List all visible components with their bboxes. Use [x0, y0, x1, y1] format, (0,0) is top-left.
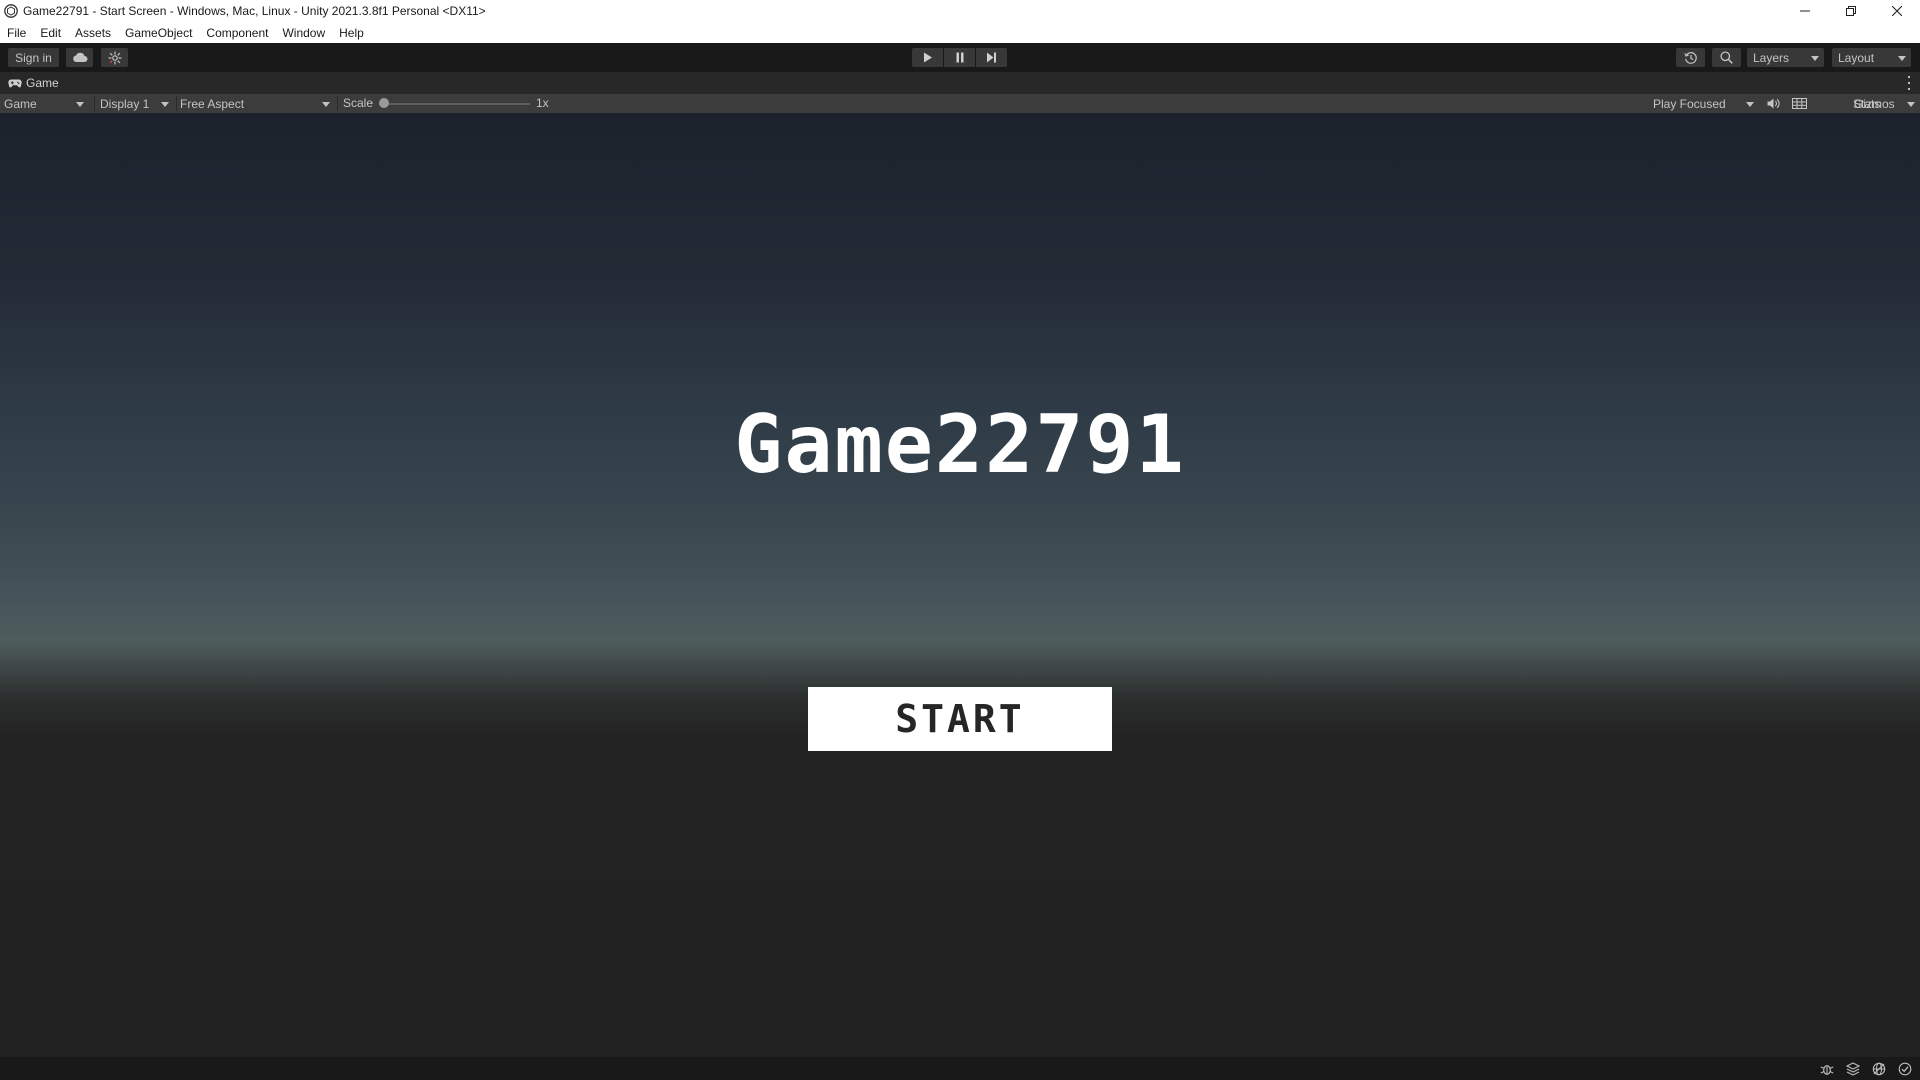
stats-grid-button[interactable]	[1788, 94, 1810, 113]
play-mode-label: Play Focused	[1653, 96, 1726, 111]
close-button[interactable]	[1874, 0, 1920, 22]
display-label: Display 1	[100, 96, 150, 111]
layout-dropdown[interactable]: Layout	[1832, 48, 1911, 67]
menu-component[interactable]: Component	[206, 26, 268, 40]
restore-icon	[1846, 6, 1856, 16]
game-title: Game22791	[734, 398, 1186, 491]
chevron-down-icon	[322, 101, 330, 107]
tab-game-label: Game	[26, 76, 59, 90]
play-icon	[923, 52, 932, 63]
chevron-down-icon	[1746, 101, 1754, 107]
cloud-icon	[72, 52, 87, 62]
menu-bar: File Edit Assets GameObject Component Wi…	[0, 22, 1920, 43]
network-icon	[1872, 1062, 1886, 1075]
search-icon	[1720, 51, 1733, 64]
aspect-label: Free Aspect	[180, 96, 245, 111]
window-title: Game22791 - Start Screen - Windows, Mac,…	[23, 4, 486, 18]
layers-label: Layers	[1753, 50, 1790, 65]
chevron-down-icon	[1907, 101, 1915, 107]
scale-slider-track[interactable]	[384, 103, 530, 105]
game-mode-label: Game	[4, 96, 37, 111]
grid-icon	[1791, 98, 1807, 109]
layers-status-icon	[1846, 1061, 1860, 1076]
menu-gameobject[interactable]: GameObject	[125, 26, 192, 40]
services-button[interactable]	[101, 48, 128, 67]
scale-label: Scale	[343, 96, 374, 110]
unity-logo-icon	[4, 4, 18, 18]
debug-button[interactable]	[1818, 1060, 1836, 1077]
game-mode-dropdown[interactable]: Game	[0, 94, 89, 113]
network-button[interactable]	[1870, 1060, 1888, 1077]
status-icons	[1818, 1060, 1914, 1077]
chevron-down-icon	[1898, 55, 1906, 61]
tab-game[interactable]: Game	[0, 72, 69, 94]
sign-in-button[interactable]: Sign in	[8, 48, 59, 67]
history-button[interactable]	[1676, 48, 1705, 67]
window-controls	[1782, 0, 1920, 22]
play-mode-dropdown[interactable]: Play Focused	[1649, 94, 1759, 113]
tab-options-icon[interactable]	[1906, 76, 1912, 90]
scale-slider-thumb[interactable]	[379, 98, 389, 108]
menu-edit[interactable]: Edit	[40, 26, 61, 40]
search-button[interactable]	[1712, 48, 1741, 67]
speaker-icon	[1767, 98, 1780, 109]
status-bar	[0, 1057, 1920, 1080]
menu-assets[interactable]: Assets	[75, 26, 111, 40]
gizmos-label: Gizmos	[1854, 96, 1895, 111]
main-toolbar: Sign in Layers Layout	[0, 43, 1920, 72]
layout-label: Layout	[1838, 50, 1875, 65]
services-icon	[108, 51, 121, 64]
gamepad-icon	[8, 79, 22, 87]
display-dropdown[interactable]: Display 1	[95, 94, 174, 113]
window-titlebar: Game22791 - Start Screen - Windows, Mac,…	[0, 0, 1920, 22]
separator	[337, 96, 338, 111]
minimize-button[interactable]	[1782, 0, 1828, 22]
check-button[interactable]	[1896, 1060, 1914, 1077]
history-icon	[1683, 51, 1697, 64]
menu-help[interactable]: Help	[339, 26, 364, 40]
pause-icon	[956, 52, 963, 63]
step-icon	[987, 52, 996, 63]
chevron-down-icon	[1811, 55, 1819, 61]
layers-dropdown[interactable]: Layers	[1747, 48, 1824, 67]
playback-controls	[912, 48, 1007, 67]
scale-value: 1x	[536, 96, 549, 110]
check-icon	[1898, 1062, 1912, 1075]
chevron-down-icon	[76, 101, 84, 107]
restore-button[interactable]	[1828, 0, 1874, 22]
chevron-down-icon	[161, 101, 169, 107]
menu-window[interactable]: Window	[282, 26, 325, 40]
step-button[interactable]	[976, 48, 1007, 67]
debug-icon	[1820, 1064, 1834, 1075]
play-button[interactable]	[912, 48, 943, 67]
start-button[interactable]: START	[808, 687, 1112, 751]
cloud-button[interactable]	[66, 48, 93, 67]
game-tab-bar: Game	[0, 72, 1920, 94]
minimize-icon	[1800, 10, 1810, 12]
game-view-toolbar: Game Display 1 Free Aspect Scale 1x Play…	[0, 94, 1920, 113]
layers-status-button[interactable]	[1844, 1060, 1862, 1077]
mute-audio-button[interactable]	[1764, 94, 1782, 113]
menu-file[interactable]: File	[7, 26, 26, 40]
pause-button[interactable]	[944, 48, 975, 67]
gizmos-dropdown[interactable]: Gizmos	[1850, 94, 1920, 113]
aspect-dropdown[interactable]: Free Aspect	[176, 94, 335, 113]
game-viewport[interactable]: Game22791 START	[0, 113, 1920, 1057]
close-icon	[1892, 6, 1902, 16]
